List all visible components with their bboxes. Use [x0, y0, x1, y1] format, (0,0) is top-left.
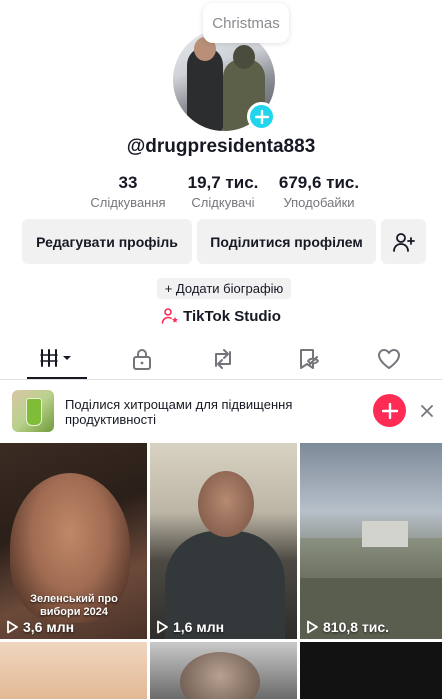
tab-videos[interactable]	[27, 338, 87, 379]
bookmark-hidden-icon	[300, 348, 319, 369]
profile-header: Christmas	[0, 0, 442, 135]
stat-following-label: Слідкування	[90, 195, 166, 210]
lock-icon	[133, 348, 151, 370]
video-views: 1,6 млн	[156, 619, 224, 635]
tiktok-studio-label: TikTok Studio	[183, 307, 281, 325]
stat-following-value: 33	[118, 173, 138, 192]
stat-likes-label: Уподобайки	[283, 195, 355, 210]
video-thumbnail[interactable]: 810,8 тис.	[300, 443, 442, 639]
tab-reposts[interactable]	[193, 338, 253, 379]
video-thumbnail[interactable]	[300, 642, 442, 699]
username: @drugpresidenta883	[126, 136, 316, 157]
tiktok-studio-link[interactable]: TikTok Studio	[0, 305, 442, 327]
stat-followers[interactable]: 19,7 тис. Слідкувачі	[180, 173, 266, 210]
profile-stats: 33 Слідкування 19,7 тис. Слідкувачі 679,…	[0, 173, 442, 213]
play-icon	[157, 620, 168, 634]
stat-following[interactable]: 33 Слідкування	[84, 173, 172, 210]
share-profile-button[interactable]: Поділитися профілем	[197, 219, 376, 264]
video-thumbnail[interactable]: 1,6 млн	[150, 443, 297, 639]
add-user-icon	[392, 232, 415, 252]
play-icon	[7, 620, 18, 634]
stat-followers-value: 19,7 тис.	[187, 173, 259, 192]
video-view-count: 3,6 млн	[23, 619, 75, 635]
video-views: 810,8 тис.	[306, 619, 389, 635]
promo-close-button[interactable]	[418, 402, 436, 420]
studio-user-star-icon	[161, 308, 179, 324]
stat-likes[interactable]: 679,6 тис. Уподобайки	[272, 173, 366, 210]
promo-thumbnail-glass	[26, 398, 42, 426]
stat-followers-label: Слідкувачі	[191, 195, 255, 210]
promo-text: Поділися хитрощами для підвищення продук…	[65, 397, 293, 427]
video-thumbnail-image	[198, 471, 254, 537]
tab-private[interactable]	[112, 338, 172, 379]
videos-grid-icon	[40, 348, 71, 367]
video-view-count: 810,8 тис.	[323, 619, 390, 635]
stat-likes-value: 679,6 тис.	[278, 173, 360, 192]
video-thumbnail-image	[362, 521, 408, 547]
status-bubble[interactable]: Christmas	[203, 3, 289, 43]
avatar-figure-head	[233, 45, 255, 69]
add-friends-button[interactable]	[381, 219, 426, 264]
profile-actions: Редагувати профіль Поділитися профілем	[0, 219, 442, 264]
video-thumbnail[interactable]: Зеленський про вибори 2024 3,6 млн	[0, 443, 147, 639]
tab-favorites[interactable]	[278, 338, 338, 379]
add-bio-button[interactable]: + Додати біографію	[157, 278, 291, 299]
video-thumbnail[interactable]	[0, 642, 147, 699]
heart-icon	[378, 348, 400, 369]
repost-icon	[215, 348, 231, 369]
promo-thumbnail	[12, 390, 54, 432]
close-icon	[421, 405, 433, 417]
profile-tabs	[0, 338, 442, 380]
video-thumbnail-image	[180, 652, 260, 699]
plus-icon	[381, 402, 398, 419]
video-grid: Зеленський про вибори 2024 3,6 млн 1,6 м…	[0, 443, 442, 699]
tab-liked[interactable]	[359, 338, 419, 379]
create-post-button[interactable]	[373, 394, 406, 427]
video-views: 3,6 млн	[6, 619, 74, 635]
video-view-count: 1,6 млн	[173, 619, 225, 635]
add-avatar-plus-icon[interactable]	[247, 102, 276, 131]
edit-profile-button[interactable]: Редагувати профіль	[22, 219, 192, 264]
play-icon	[307, 620, 318, 634]
video-caption: Зеленський про вибори 2024	[30, 593, 118, 618]
video-thumbnail[interactable]	[150, 642, 297, 699]
